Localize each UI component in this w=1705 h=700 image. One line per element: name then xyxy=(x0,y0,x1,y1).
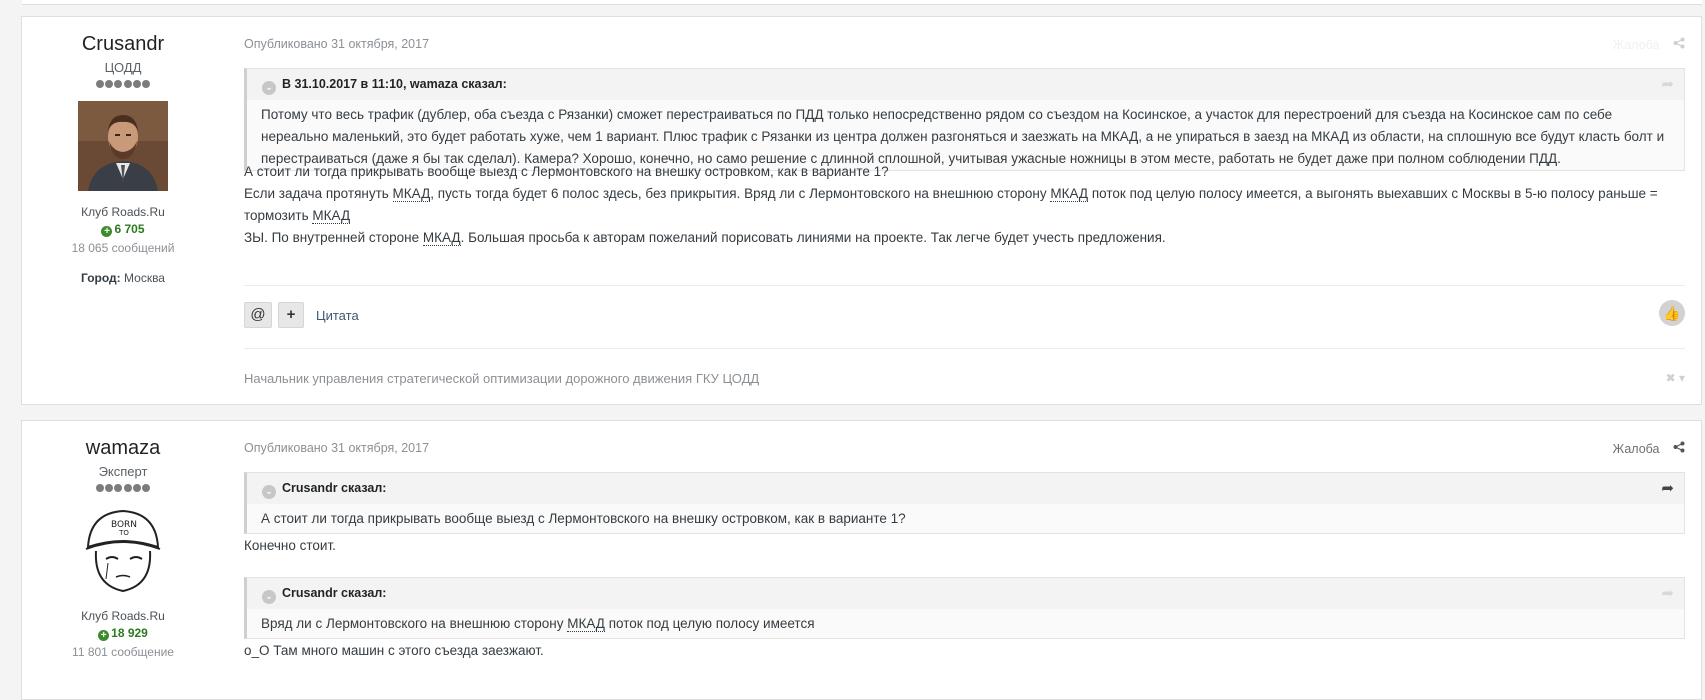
abbr-mkad: МКАД xyxy=(1050,186,1089,202)
quote-button[interactable]: Цитата xyxy=(316,308,359,323)
avatar[interactable]: BORN TO xyxy=(78,505,168,595)
quote-block: ⌄ Crusandr сказал: ➦ Вряд ли с Лермонтовс… xyxy=(244,577,1685,639)
post-actions: @ + Цитата xyxy=(244,302,359,328)
city-label: Город: xyxy=(81,271,121,285)
reputation: +18 929 xyxy=(22,626,224,641)
rank-dots xyxy=(22,482,224,494)
reply-text: Конечно стоит. xyxy=(244,538,336,553)
report-link[interactable]: Жалоба xyxy=(1613,38,1660,52)
author-panel: wamaza Эксперт BORN TO Клуб Roads.Ru +18… xyxy=(22,421,224,659)
body-paragraph: Если задача протянуть МКАД, пусть тогда … xyxy=(244,186,1658,224)
abbr-mkad: МКАД xyxy=(392,186,431,202)
author-name[interactable]: wamaza xyxy=(22,436,224,460)
mention-button[interactable]: @ xyxy=(244,302,272,328)
quote-citation: Crusandr сказал: xyxy=(282,586,387,600)
share-icon[interactable] xyxy=(1673,37,1685,52)
quote-block: ⌄ В 31.10.2017 в 11:10, wamaza сказал: ➦ … xyxy=(244,68,1685,171)
post-wamaza: wamaza Эксперт BORN TO Клуб Roads.Ru +18… xyxy=(21,420,1702,700)
divider xyxy=(244,285,1685,286)
post-date[interactable]: Опубликовано 31 октября, 2017 xyxy=(244,441,429,455)
multiquote-button[interactable]: + xyxy=(278,302,304,328)
author-rank: ЦОДД xyxy=(104,60,142,75)
quote-text: Потому что весь трафик (дублер, оба съез… xyxy=(261,107,1665,166)
author-rank: Эксперт xyxy=(98,464,148,479)
member-group: Клуб Roads.Ru xyxy=(81,205,165,219)
share-icon[interactable] xyxy=(1673,441,1685,456)
post-count[interactable]: 18 065 сообщений xyxy=(22,241,224,255)
report-link[interactable]: Жалоба xyxy=(1613,442,1660,456)
quote-text: Вряд ли с Лермонтовского на внешнюю стор… xyxy=(261,616,815,632)
share-quote-icon[interactable]: ➦ xyxy=(1661,578,1674,609)
svg-text:TO: TO xyxy=(118,529,129,537)
city-value: Москва xyxy=(124,271,165,285)
author-city: Город: Москва xyxy=(22,271,224,285)
share-quote-icon[interactable]: ➦ xyxy=(1661,473,1674,504)
chevron-down-icon[interactable]: ⌄ xyxy=(262,81,276,95)
post-date[interactable]: Опубликовано 31 октября, 2017 xyxy=(244,37,429,51)
plus-circle-icon: + xyxy=(98,630,110,641)
quote-citation: В 31.10.2017 в 11:10, wamaza сказал: xyxy=(282,77,507,91)
rank-dots xyxy=(22,78,224,90)
plus-circle-icon: + xyxy=(101,226,113,237)
previous-post-edge xyxy=(22,0,1702,5)
reputation: +6 705 xyxy=(22,222,224,237)
reputation-value: 6 705 xyxy=(114,222,145,236)
post-controls: Жалоба xyxy=(1613,37,1685,52)
reputation-value: 18 929 xyxy=(111,626,148,640)
share-quote-icon[interactable]: ➦ xyxy=(1661,69,1674,100)
quote-block: ⌄ Crusandr сказал: ➦ А стоит ли тогда при… xyxy=(244,472,1685,534)
post-controls: Жалоба xyxy=(1613,441,1685,456)
member-group: Клуб Roads.Ru xyxy=(81,609,165,623)
divider xyxy=(244,348,1685,349)
author-panel: Crusandr ЦОДД Клуб Roads.Ru +6 705 18 06… xyxy=(22,17,224,285)
body-paragraph: ЗЫ. По внутренней стороне МКАД. Большая … xyxy=(244,230,1166,246)
thumbs-up-icon[interactable]: 👍 xyxy=(1659,300,1685,326)
body-line: А стоит ли тогда прикрывать вообще выезд… xyxy=(244,164,889,179)
chevron-down-icon[interactable]: ⌄ xyxy=(262,590,276,604)
signature: Начальник управления стратегической опти… xyxy=(244,371,760,386)
quote-header[interactable]: ⌄ Crusandr сказал: ➦ xyxy=(247,473,1684,504)
quote-header[interactable]: ⌄ В 31.10.2017 в 11:10, wamaza сказал: ➦ xyxy=(247,69,1684,100)
avatar[interactable] xyxy=(78,101,168,191)
quote-citation: Crusandr сказал: xyxy=(282,481,387,495)
chevron-down-icon[interactable]: ⌄ xyxy=(262,485,276,499)
reply-text: o_O Там много машин с этого съезда заезж… xyxy=(244,643,544,658)
signature-options-icon[interactable]: ✖ ▾ xyxy=(1666,371,1685,385)
abbr-mkad: МКАД xyxy=(422,230,461,246)
abbr-mkad: МКАД xyxy=(567,616,605,632)
quote-header[interactable]: ⌄ Crusandr сказал: ➦ xyxy=(247,578,1684,609)
author-name[interactable]: Crusandr xyxy=(22,32,224,56)
post-crusandr: Crusandr ЦОДД Клуб Roads.Ru +6 705 18 06… xyxy=(21,16,1702,405)
post-body: А стоит ли тогда прикрывать вообще выезд… xyxy=(244,161,1685,249)
post-count[interactable]: 11 801 сообщение xyxy=(22,645,224,659)
abbr-mkad: МКАД xyxy=(312,208,351,224)
quote-text: А стоит ли тогда прикрывать вообще выезд… xyxy=(261,511,906,526)
